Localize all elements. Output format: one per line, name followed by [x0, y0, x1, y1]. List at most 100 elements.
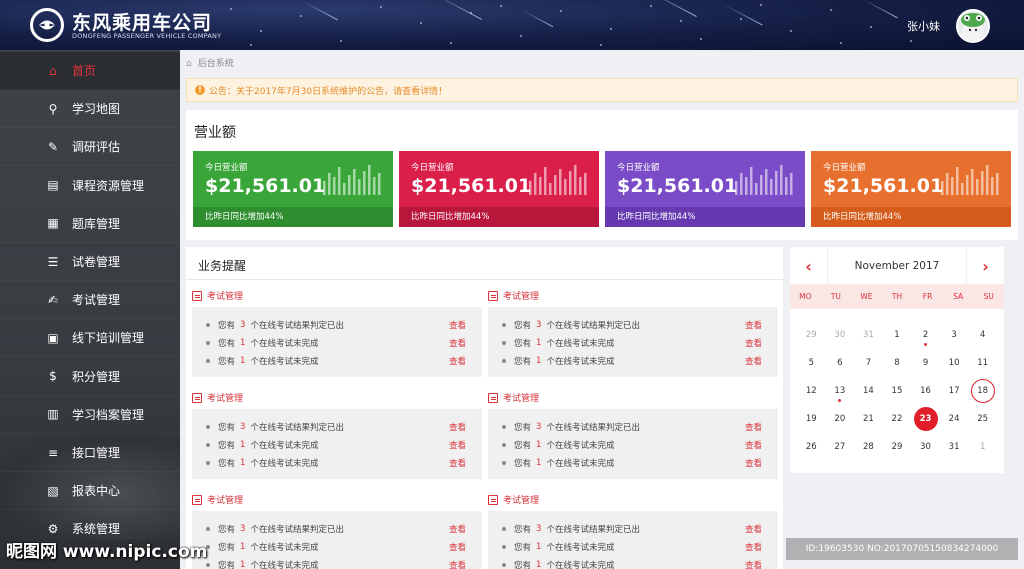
task-group-box: 您有 3 个在线考试结果判定已出 查看 您有 1 个在线考试未完成 查看 您有 1 个在线考试未完成…: [488, 409, 778, 479]
sidebar-item-7[interactable]: ▣ 线下培训管理: [0, 319, 180, 358]
task-group-heading[interactable]: 考试管理: [488, 391, 539, 404]
task-group-heading[interactable]: 考试管理: [488, 289, 539, 302]
view-link[interactable]: 查看: [449, 457, 466, 469]
calendar-day[interactable]: 20: [826, 405, 855, 433]
mini-bar: [559, 169, 562, 195]
mini-bar: [554, 175, 557, 195]
calendar-day[interactable]: 15: [883, 377, 912, 405]
calendar-day[interactable]: 12: [797, 377, 826, 405]
notice-text[interactable]: 公告：关于2017年7月30日系统维护的公告，请查看详情！: [209, 84, 447, 97]
view-link[interactable]: 查看: [745, 421, 762, 433]
view-link[interactable]: 查看: [745, 319, 762, 331]
sidebar-item-10[interactable]: ≡ 接口管理: [0, 434, 180, 472]
calendar-day[interactable]: 13: [826, 377, 855, 405]
star-dot: [700, 38, 702, 40]
calendar-day[interactable]: 6: [826, 349, 855, 377]
calendar-day[interactable]: 17: [940, 377, 969, 405]
calendar-day[interactable]: 29: [883, 433, 912, 461]
sidebar-item-1[interactable]: ⚲ 学习地图: [0, 90, 180, 129]
view-link[interactable]: 查看: [745, 439, 762, 451]
view-link[interactable]: 查看: [449, 421, 466, 433]
calendar-day[interactable]: 5: [797, 349, 826, 377]
calendar-day-today[interactable]: 23: [911, 405, 940, 433]
sidebar-item-9[interactable]: ▥ 学习档案管理: [0, 396, 180, 434]
task-prefix: 您有: [218, 525, 236, 535]
calendar-day[interactable]: 28: [854, 433, 883, 461]
revenue-card[interactable]: 今日营业额 $21,561.01 比昨日同比增加44%: [811, 151, 1011, 227]
view-link[interactable]: 查看: [449, 523, 466, 535]
calendar-day[interactable]: 29: [797, 321, 826, 349]
calendar-day[interactable]: 2: [911, 321, 940, 349]
coin-icon: $: [49, 369, 57, 384]
calendar-day[interactable]: 25: [968, 405, 997, 433]
sidebar-item-8[interactable]: $ 积分管理: [0, 358, 180, 396]
sidebar-item-5[interactable]: ☰ 试卷管理: [0, 243, 180, 281]
calendar-day[interactable]: 26: [797, 433, 826, 461]
revenue-card[interactable]: 今日营业额 $21,561.01 比昨日同比增加44%: [605, 151, 805, 227]
calendar-day[interactable]: 31: [854, 321, 883, 349]
meteor-streak: [722, 3, 763, 26]
sidebar-item-2[interactable]: ✎ 调研评估: [0, 128, 180, 167]
sidebar-item-11[interactable]: ▧ 报表中心: [0, 472, 180, 511]
sidebar-item-6[interactable]: ✍ 考试管理: [0, 281, 180, 320]
star-dot: [250, 44, 252, 46]
brand-logo-icon[interactable]: [30, 8, 64, 42]
view-link[interactable]: 查看: [449, 319, 466, 331]
calendar-prev-button[interactable]: ‹: [790, 247, 828, 285]
calendar-day[interactable]: 1: [968, 433, 997, 461]
calendar-day-selected[interactable]: 18: [968, 377, 997, 405]
calendar-day[interactable]: 24: [940, 405, 969, 433]
bullet-icon: [502, 359, 506, 363]
view-link[interactable]: 查看: [449, 355, 466, 367]
calendar-next-button[interactable]: ›: [966, 247, 1004, 285]
sidebar-item-3[interactable]: ▤ 课程资源管理: [0, 167, 180, 205]
calendar-day[interactable]: 1: [883, 321, 912, 349]
view-link[interactable]: 查看: [449, 541, 466, 553]
calendar-day[interactable]: 21: [854, 405, 883, 433]
mini-bar: [941, 181, 944, 195]
calendar-day[interactable]: 3: [940, 321, 969, 349]
sidebar-item-4[interactable]: ▦ 题库管理: [0, 205, 180, 243]
view-link[interactable]: 查看: [745, 337, 762, 349]
calendar-day[interactable]: 31: [940, 433, 969, 461]
view-link[interactable]: 查看: [745, 559, 762, 569]
view-link[interactable]: 查看: [449, 439, 466, 451]
calendar-day[interactable]: 22: [883, 405, 912, 433]
calendar-day[interactable]: 7: [854, 349, 883, 377]
view-link[interactable]: 查看: [449, 337, 466, 349]
calendar-day[interactable]: 10: [940, 349, 969, 377]
calendar-day[interactable]: 16: [911, 377, 940, 405]
calendar-day-number: 20: [834, 414, 846, 424]
task-text: 个在线考试未完成: [546, 339, 615, 349]
calendar-day[interactable]: 30: [826, 321, 855, 349]
task-row: 您有 3 个在线考试结果判定已出 查看: [206, 318, 476, 332]
calendar-day[interactable]: 8: [883, 349, 912, 377]
user-avatar[interactable]: [956, 9, 990, 43]
calendar-day-number: 21: [862, 414, 874, 424]
user-name[interactable]: 张小妹: [907, 18, 940, 34]
view-link[interactable]: 查看: [745, 355, 762, 367]
calendar-day[interactable]: 4: [968, 321, 997, 349]
calendar-day[interactable]: 30: [911, 433, 940, 461]
calendar-day[interactable]: 27: [826, 433, 855, 461]
sidebar-item-0[interactable]: ⌂ 首页: [0, 52, 180, 90]
calendar-day[interactable]: 9: [911, 349, 940, 377]
breadcrumb-text[interactable]: 后台系统: [198, 59, 234, 69]
task-text: 个在线考试结果判定已出: [546, 423, 640, 433]
view-link[interactable]: 查看: [745, 457, 762, 469]
notice-bar[interactable]: ! 公告：关于2017年7月30日系统维护的公告，请查看详情！: [186, 78, 1018, 102]
view-link[interactable]: 查看: [449, 559, 466, 569]
calendar-day[interactable]: 11: [968, 349, 997, 377]
task-group-title: 考试管理: [503, 394, 540, 404]
task-group-heading[interactable]: 考试管理: [488, 493, 539, 506]
task-group-heading[interactable]: 考试管理: [192, 493, 243, 506]
task-group-heading[interactable]: 考试管理: [192, 289, 243, 302]
view-link[interactable]: 查看: [745, 541, 762, 553]
calendar-day[interactable]: 19: [797, 405, 826, 433]
calendar-day[interactable]: 14: [854, 377, 883, 405]
view-link[interactable]: 查看: [745, 523, 762, 535]
task-group-heading[interactable]: 考试管理: [192, 391, 243, 404]
revenue-card[interactable]: 今日营业额 $21,561.01 比昨日同比增加44%: [399, 151, 599, 227]
home-icon[interactable]: ⌂: [186, 59, 192, 69]
revenue-card[interactable]: 今日营业额 $21,561.01 比昨日同比增加44%: [193, 151, 393, 227]
